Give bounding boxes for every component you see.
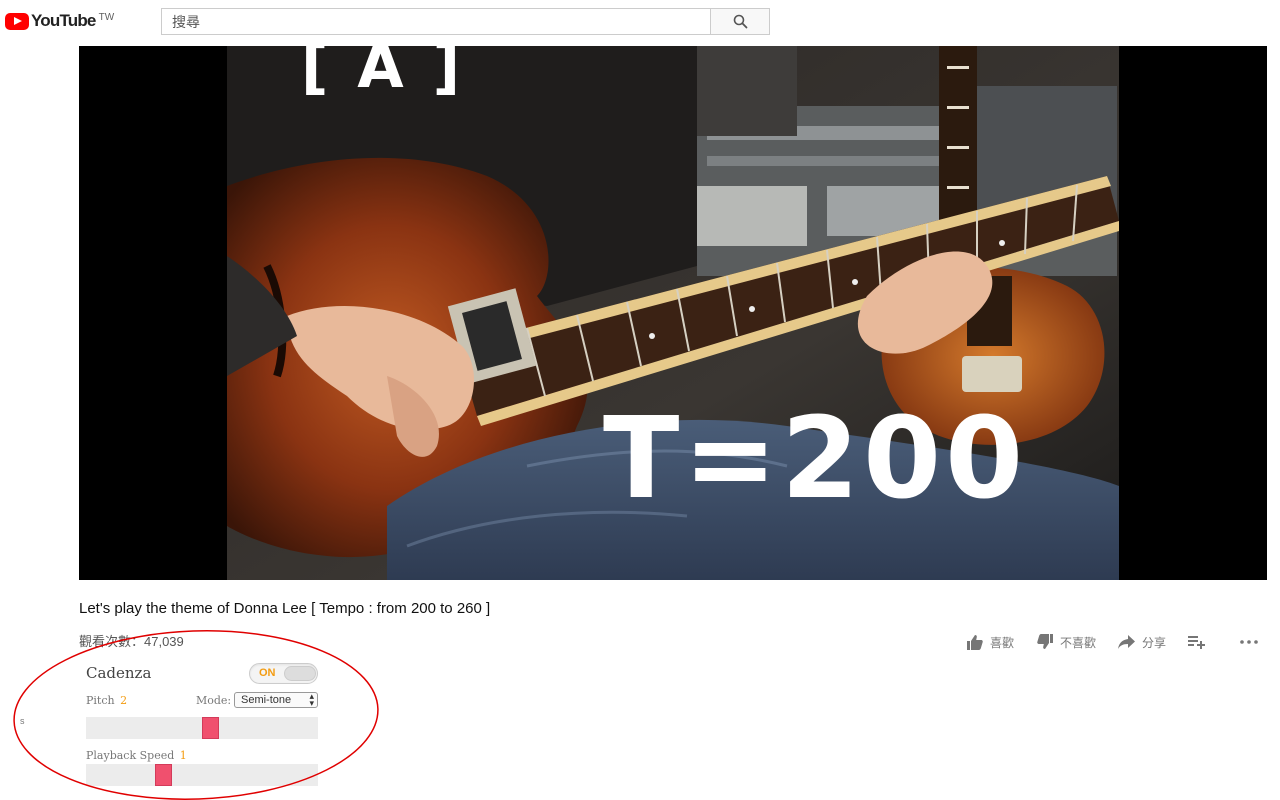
logo-country-code: TW — [98, 12, 115, 23]
dislike-label: 不喜歡 — [1060, 635, 1097, 650]
mode-label: Mode: — [196, 694, 232, 707]
add-to-playlist-button[interactable] — [1188, 635, 1212, 649]
pitch-label-text: Pitch — [86, 694, 115, 707]
share-button[interactable]: 分享 — [1118, 634, 1166, 651]
video-frame[interactable]: [ A ] T=200 — [227, 46, 1119, 580]
mode-select[interactable]: Semi-tone ▴ ▾ — [234, 692, 318, 708]
playback-speed-label: Playback Speed 1 — [86, 749, 187, 762]
masthead: YouTube TW — [0, 0, 1280, 46]
more-actions-button[interactable] — [1240, 640, 1258, 644]
video-player[interactable]: [ A ] T=200 — [79, 46, 1267, 580]
cadenza-title: Cadenza — [86, 664, 152, 682]
cadenza-panel: Cadenza ON Pitch 2 Mode: Semi-tone ▴ ▾ Pl… — [86, 660, 318, 790]
pitch-value: 2 — [120, 694, 128, 707]
logo-text: YouTube TW — [31, 11, 114, 31]
dislike-button[interactable]: 不喜歡 — [1036, 634, 1096, 651]
overlay-section-label: [ A ] — [301, 46, 465, 102]
playback-speed-label-text: Playback Speed — [86, 749, 175, 762]
thumbs-down-icon — [1037, 634, 1054, 649]
toggle-label: ON — [259, 667, 276, 679]
youtube-logo[interactable]: YouTube TW — [5, 10, 114, 32]
playback-speed-slider[interactable] — [86, 764, 318, 786]
like-label: 喜歡 — [990, 635, 1015, 650]
more-icon — [1240, 640, 1258, 644]
add-to-playlist-icon — [1188, 636, 1206, 649]
search-icon — [733, 14, 747, 29]
stray-text: s — [20, 716, 25, 726]
pitch-slider-handle[interactable] — [202, 717, 219, 739]
thumbs-up-icon — [967, 635, 983, 650]
video-title: Let's play the theme of Donna Lee [ Temp… — [79, 600, 491, 617]
select-arrows-icon: ▴ ▾ — [309, 691, 314, 708]
view-count: 觀看次數：47,039 — [79, 634, 184, 649]
toggle-knob — [284, 666, 316, 681]
overlay-tempo-label: T=200 — [603, 394, 1028, 524]
pitch-slider[interactable] — [86, 717, 318, 739]
logo-wordmark: YouTube — [31, 11, 96, 30]
cadenza-toggle[interactable]: ON — [249, 663, 318, 684]
share-label: 分享 — [1142, 635, 1167, 650]
playback-speed-value: 1 — [179, 749, 187, 762]
share-icon — [1118, 635, 1136, 649]
youtube-play-icon — [5, 12, 29, 30]
search-button[interactable] — [711, 8, 770, 35]
pitch-label: Pitch 2 — [86, 694, 127, 707]
action-bar: 喜歡 不喜歡 分享 — [966, 630, 1258, 654]
search-box — [161, 8, 711, 35]
playback-speed-slider-handle[interactable] — [155, 764, 172, 786]
mode-select-value: Semi-tone — [241, 694, 292, 706]
search-input[interactable] — [162, 9, 710, 34]
like-button[interactable]: 喜歡 — [966, 634, 1014, 651]
